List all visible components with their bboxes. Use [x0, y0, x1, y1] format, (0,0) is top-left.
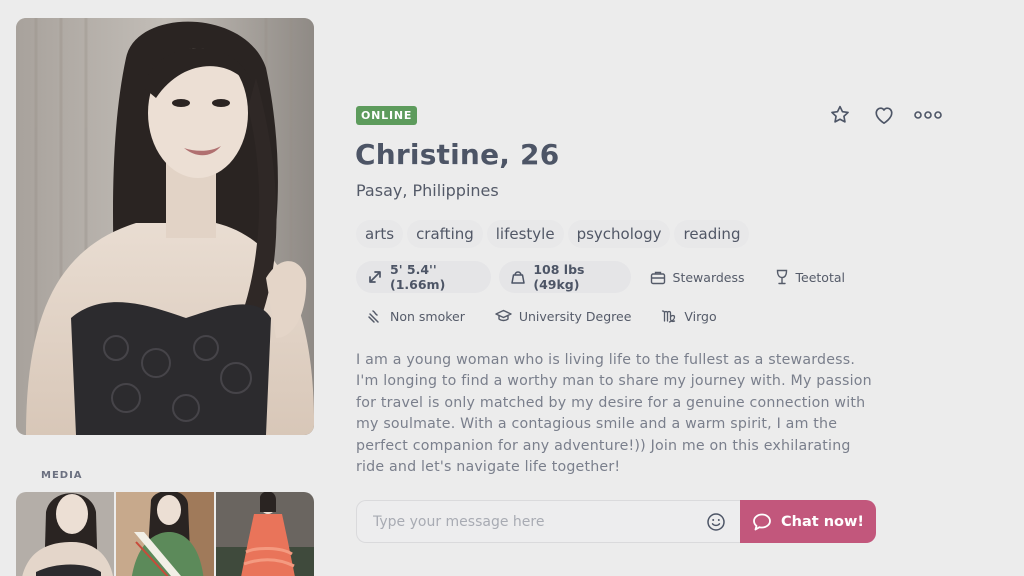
occupation-attribute: Stewardess — [639, 261, 756, 293]
chat-bubble-icon — [753, 513, 771, 530]
media-section-label: MEDIA — [41, 470, 83, 481]
drinking-attribute: Teetotal — [764, 261, 856, 293]
favorite-button[interactable] — [824, 100, 856, 130]
no-smoking-icon — [368, 310, 379, 323]
briefcase-icon — [650, 271, 665, 284]
profile-attributes-row-1: 5' 5.4'' (1.66m) 108 lbs (49kg) Stewarde… — [356, 261, 856, 293]
emoji-icon[interactable] — [706, 512, 726, 532]
heart-icon — [875, 107, 893, 124]
profile-name: Christine, 26 — [355, 138, 560, 171]
weight-value: 108 lbs (49kg) — [533, 262, 585, 292]
chat-now-label: Chat now! — [780, 513, 865, 530]
weight-icon — [511, 271, 526, 284]
education-value: University Degree — [518, 308, 632, 324]
profile-attributes-row-2: Non smoker University Degree Virgo — [356, 300, 856, 332]
smoking-value: Non smoker — [390, 308, 465, 324]
interest-tag: lifestyle — [486, 220, 564, 248]
zodiac-attribute: Virgo — [650, 300, 727, 332]
profile-actions — [824, 100, 944, 130]
chat-now-button[interactable]: Chat now! — [740, 500, 876, 543]
weight-attribute: 108 lbs (49kg) — [499, 261, 631, 293]
profile-photo-image — [16, 18, 314, 435]
glass-icon — [776, 269, 787, 285]
drinking-value: Teetotal — [795, 269, 845, 285]
message-field-wrapper — [356, 500, 740, 543]
more-options-button[interactable] — [912, 100, 944, 130]
profile-location: Pasay, Philippines — [356, 181, 499, 200]
interest-tag: crafting — [407, 220, 483, 248]
height-value: 5' 5.4'' (1.66m) — [390, 262, 446, 292]
interest-tag: psychology — [567, 220, 671, 248]
zodiac-value: Virgo — [684, 308, 717, 324]
profile-main-photo[interactable] — [16, 18, 314, 435]
occupation-value: Stewardess — [672, 269, 745, 285]
media-gallery — [16, 492, 314, 576]
more-icon — [914, 111, 942, 119]
chat-composer: Chat now! — [356, 500, 876, 543]
media-thumbnail-2[interactable] — [116, 492, 214, 576]
media-thumbnail-image — [116, 492, 214, 576]
online-status-badge: ONLINE — [356, 106, 418, 125]
interest-tag: arts — [356, 220, 404, 248]
media-thumbnail-1[interactable] — [16, 492, 114, 576]
profile-bio: I am a young woman who is living life to… — [356, 352, 872, 476]
height-attribute: 5' 5.4'' (1.66m) — [356, 261, 492, 293]
smoking-attribute: Non smoker — [356, 300, 476, 332]
like-button[interactable] — [868, 100, 900, 130]
graduation-cap-icon — [495, 309, 512, 322]
virgo-icon — [662, 310, 676, 323]
interest-tags: arts crafting lifestyle psychology readi… — [356, 220, 750, 248]
education-attribute: University Degree — [484, 300, 643, 332]
interest-tag: reading — [674, 220, 750, 248]
media-thumbnail-image — [16, 492, 114, 576]
star-icon — [831, 105, 849, 123]
media-thumbnail-3[interactable] — [216, 492, 314, 576]
message-input[interactable] — [373, 513, 706, 530]
height-icon — [369, 271, 381, 283]
media-thumbnail-image — [216, 492, 314, 576]
